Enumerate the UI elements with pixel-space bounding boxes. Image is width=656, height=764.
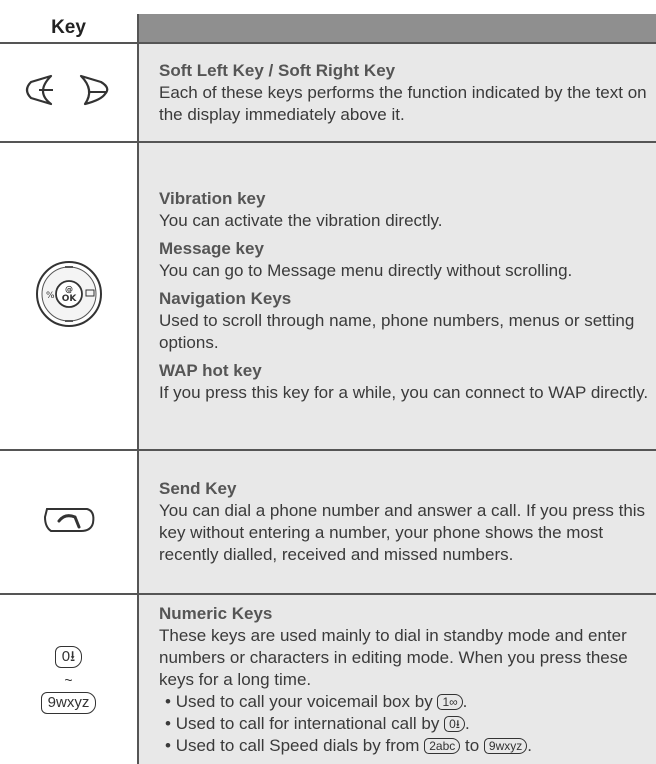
one-key-icon: 1∞ [437, 694, 463, 711]
table-header-row: Key [0, 14, 656, 43]
row-text: Each of these keys performs the function… [159, 82, 647, 124]
key-description-table: Key Soft Left Key / Soft Right Key Each … [0, 14, 656, 764]
block-title: Navigation Keys [159, 289, 292, 308]
description-cell: Vibration key You can activate the vibra… [138, 141, 656, 450]
soft-keys-icon [25, 74, 108, 106]
vibration-key-block: Vibration key You can activate the vibra… [159, 188, 650, 232]
block-text: Used to scroll through name, phone numbe… [159, 311, 635, 352]
nine-key-icon: 9wxyz [483, 738, 528, 755]
bullet-end: . [527, 735, 532, 755]
description-cell: Send Key You can dial a phone number and… [138, 449, 656, 594]
description-cell: Soft Left Key / Soft Right Key Each of t… [138, 42, 656, 142]
key-column-header: Key [0, 14, 139, 43]
bullet-text: Used to call Speed dials by from [175, 735, 420, 755]
message-key-block: Message key You can go to Message menu d… [159, 238, 650, 282]
table-row: 0⭳ ~ 9wxyz Numeric Keys These keys are u… [0, 593, 656, 764]
navigation-keys-block: Navigation Keys Used to scroll through n… [159, 288, 650, 354]
range-separator: ~ [64, 671, 73, 688]
soft-right-key-icon [79, 74, 108, 106]
block-title: Vibration key [159, 189, 266, 208]
block-text: If you press this key for a while, you c… [159, 383, 649, 402]
description-cell: Numeric Keys These keys are used mainly … [138, 593, 656, 764]
row-title: Soft Left Key / Soft Right Key [159, 60, 396, 80]
numeric-keys-icon: 0⭳ ~ 9wxyz [0, 645, 137, 714]
row-text: These keys are used mainly to dial in st… [159, 625, 628, 689]
row-text: You can dial a phone number and answer a… [159, 501, 646, 564]
block-title: WAP hot key [159, 361, 262, 380]
svg-text:OK: OK [61, 294, 77, 304]
list-item: Used to call your voicemail box by 1∞. [165, 691, 650, 713]
block-text: You can go to Message menu directly with… [159, 261, 573, 280]
svg-text:@: @ [65, 285, 73, 294]
send-key-icon [43, 507, 94, 532]
row-title: Numeric Keys [159, 603, 273, 623]
two-key-icon: 2abc [424, 738, 461, 755]
bullet-end: . [464, 713, 470, 733]
svg-text:%: % [46, 291, 55, 301]
bullet-list: Used to call your voicemail box by 1∞. U… [159, 691, 650, 757]
row-title: Send Key [159, 479, 237, 498]
table-row: Send Key You can dial a phone number and… [0, 449, 656, 594]
block-title: Message key [159, 239, 264, 258]
zero-key-icon: 0⭳ [444, 716, 465, 733]
bullet-text: Used to call your voicemail box by [175, 691, 433, 711]
table-row: % @ OK Vibration key You can activate th… [0, 141, 656, 450]
block-text: You can activate the vibration directly. [159, 211, 443, 230]
key-cell: % @ OK [0, 141, 139, 450]
bullet-text: Used to call for international call by [175, 713, 440, 733]
soft-left-key-icon [25, 74, 53, 106]
list-item: Used to call Speed dials by from 2abc to… [165, 735, 650, 757]
key-cell: 0⭳ ~ 9wxyz [0, 593, 139, 764]
navigation-ok-key-icon: % @ OK [35, 260, 102, 327]
bullet-to: to [464, 735, 480, 755]
table-row: Soft Left Key / Soft Right Key Each of t… [0, 42, 656, 142]
wap-hot-key-block: WAP hot key If you press this key for a … [159, 360, 650, 404]
bullet-end: . [462, 691, 468, 711]
nine-key-icon: 9wxyz [40, 691, 97, 714]
key-cell [0, 42, 139, 142]
key-cell [0, 449, 139, 594]
list-item: Used to call for international call by 0… [165, 713, 650, 735]
description-column-header [138, 14, 656, 43]
zero-key-icon: 0⭳ [54, 645, 83, 668]
